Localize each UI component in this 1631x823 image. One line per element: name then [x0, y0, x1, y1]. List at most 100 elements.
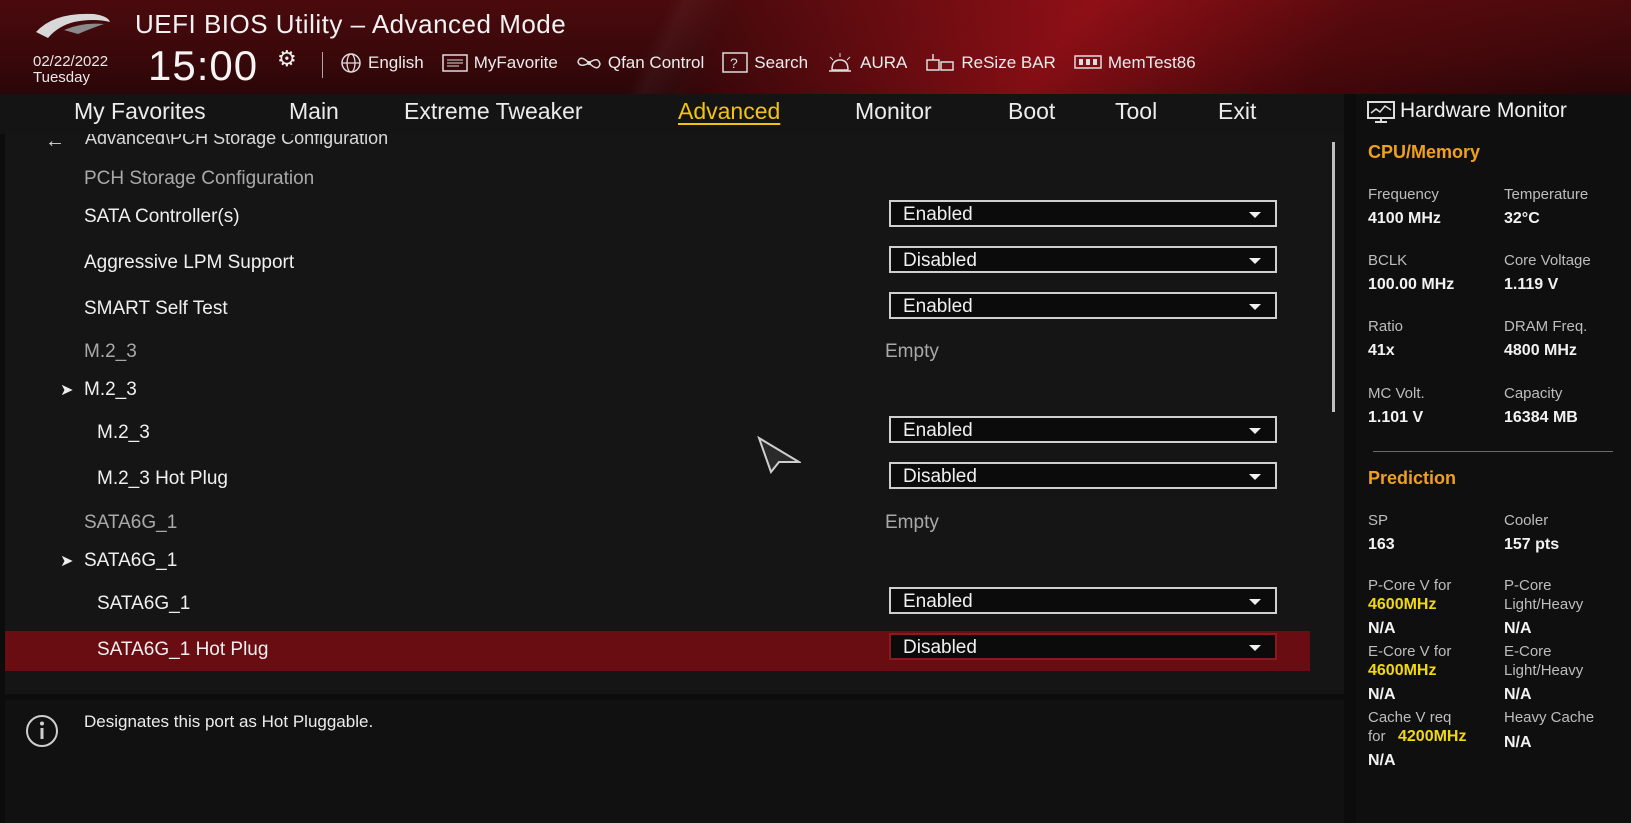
sata6g-1-dropdown[interactable]: Enabled — [889, 587, 1277, 614]
cache-v-value: N/A — [1368, 752, 1396, 769]
settings-row-sata-controllers[interactable]: SATA Controller(s) Enabled — [5, 198, 1310, 238]
cache-v-label-1: Cache V req — [1368, 709, 1452, 726]
resize-bar-label: ReSize BAR — [961, 53, 1056, 72]
pcore-v-label: P-Core V for — [1368, 577, 1452, 594]
myfavorite-label: MyFavorite — [473, 53, 558, 72]
heavy-cache-value: N/A — [1504, 734, 1532, 751]
sp-value: 163 — [1368, 536, 1395, 553]
bclk-value: 100.00 MHz — [1368, 276, 1455, 293]
scrollbar[interactable] — [1332, 142, 1335, 412]
search-button[interactable]: ? Search — [722, 52, 808, 74]
qfan-control-button[interactable]: Qfan Control — [576, 52, 704, 74]
hardware-monitor-panel: Hardware Monitor CPU/Memory Frequency 41… — [1356, 94, 1631, 823]
toolbar: English MyFavorite Qfan Control ? Search… — [340, 52, 1196, 74]
ecore-lh-label-2: Light/Heavy — [1504, 662, 1584, 679]
dropdown-value: Enabled — [903, 420, 973, 441]
settings-row-m2-3-enable[interactable]: M.2_3 Enabled — [5, 414, 1310, 454]
chevron-down-icon — [1249, 258, 1261, 264]
submenu-label: M.2_3 — [84, 379, 137, 400]
setting-label: M.2_3 — [97, 422, 150, 443]
tab-extreme-tweaker[interactable]: Extreme Tweaker — [404, 98, 583, 125]
settings-row-aggressive-lpm[interactable]: Aggressive LPM Support Disabled — [5, 244, 1310, 284]
date-display[interactable]: 02/22/2022 Tuesday — [33, 54, 108, 86]
setting-label: SATA6G_1 — [97, 593, 191, 614]
day-text: Tuesday — [33, 69, 90, 86]
dropdown-value: Disabled — [903, 637, 977, 658]
m2-3-hot-plug-dropdown[interactable]: Disabled — [889, 462, 1277, 489]
dropdown-value: Disabled — [903, 466, 977, 487]
myfavorite-button[interactable]: MyFavorite — [442, 52, 558, 74]
resize-bar-button[interactable]: ReSize BAR — [925, 52, 1056, 74]
port-status: Empty — [885, 341, 939, 362]
memory-icon — [1074, 55, 1102, 69]
settings-row-m2-3-status: M.2_3 Empty — [5, 333, 1310, 373]
settings-row-smart-self-test[interactable]: SMART Self Test Enabled — [5, 290, 1310, 330]
ecore-lh-label-1: E-Core — [1504, 643, 1552, 660]
help-panel: Designates this port as Hot Pluggable. — [5, 700, 1344, 823]
app-title: UEFI BIOS Utility – Advanced Mode — [135, 9, 567, 39]
hw-divider — [1373, 451, 1613, 452]
chevron-down-icon — [1249, 645, 1261, 651]
resize-bar-icon — [926, 54, 955, 71]
frequency-label: Frequency — [1368, 186, 1439, 203]
time-display[interactable]: 15:00 — [148, 42, 258, 90]
language-button[interactable]: English — [340, 52, 424, 74]
tab-tool[interactable]: Tool — [1115, 98, 1157, 125]
core-voltage-label: Core Voltage — [1504, 252, 1591, 269]
language-label: English — [368, 53, 424, 72]
chevron-down-icon — [1249, 304, 1261, 310]
qfan-control-label: Qfan Control — [607, 53, 705, 72]
mouse-cursor-icon — [757, 436, 801, 474]
info-icon — [26, 715, 58, 747]
gear-icon[interactable]: ⚙ — [277, 46, 297, 72]
tab-exit[interactable]: Exit — [1218, 98, 1256, 125]
sata6g-1-hot-plug-dropdown[interactable]: Disabled — [889, 633, 1277, 660]
settings-row-m2-3-submenu[interactable]: ➤ M.2_3 — [5, 371, 1310, 411]
expand-arrow-icon: ➤ — [60, 382, 74, 399]
search-help-icon: ? — [722, 52, 748, 73]
pcore-v-freq: 4600MHz — [1368, 596, 1437, 613]
tab-monitor[interactable]: Monitor — [855, 98, 932, 125]
settings-row-sata6g-1-status: SATA6G_1 Empty — [5, 504, 1310, 544]
tab-advanced[interactable]: Advanced — [678, 98, 780, 125]
dram-freq-label: DRAM Freq. — [1504, 318, 1588, 335]
expand-arrow-icon: ➤ — [60, 553, 74, 570]
sp-label: SP — [1368, 512, 1389, 529]
cpu-memory-title: CPU/Memory — [1368, 142, 1481, 162]
aggressive-lpm-dropdown[interactable]: Disabled — [889, 246, 1277, 273]
chevron-down-icon — [1249, 599, 1261, 605]
tab-boot[interactable]: Boot — [1008, 98, 1055, 125]
ratio-value: 41x — [1368, 342, 1395, 359]
smart-self-test-dropdown[interactable]: Enabled — [889, 292, 1277, 319]
cache-v-label-2: for — [1368, 728, 1386, 745]
settings-panel: ← Advanced\PCH Storage Configuration PCH… — [5, 134, 1344, 694]
help-text: Designates this port as Hot Pluggable. — [84, 712, 374, 731]
settings-row-sata6g-1-submenu[interactable]: ➤ SATA6G_1 — [5, 542, 1310, 582]
m2-3-dropdown[interactable]: Enabled — [889, 416, 1277, 443]
dropdown-value: Enabled — [903, 204, 973, 225]
fan-icon — [577, 57, 601, 69]
sata-controllers-dropdown[interactable]: Enabled — [889, 200, 1277, 227]
aura-button[interactable]: AURA — [826, 52, 907, 74]
capacity-label: Capacity — [1504, 385, 1563, 402]
mc-volt-value: 1.101 V — [1368, 409, 1424, 426]
globe-icon — [341, 53, 361, 73]
tab-main[interactable]: Main — [289, 98, 339, 125]
memtest86-button[interactable]: MemTest86 — [1074, 52, 1196, 74]
aura-label: AURA — [860, 53, 908, 72]
ratio-label: Ratio — [1368, 318, 1404, 335]
back-arrow-icon[interactable]: ← — [45, 134, 65, 153]
setting-label: SATA6G_1 Hot Plug — [97, 639, 269, 660]
setting-label: M.2_3 Hot Plug — [97, 468, 228, 489]
settings-row-sata6g-1-hot-plug[interactable]: SATA6G_1 Hot Plug Disabled — [5, 631, 1310, 671]
pcore-lh-label-1: P-Core — [1504, 577, 1552, 594]
dropdown-value: Enabled — [903, 591, 973, 612]
prediction-title: Prediction — [1368, 468, 1457, 488]
settings-row-m2-3-hot-plug[interactable]: M.2_3 Hot Plug Disabled — [5, 460, 1310, 500]
pcore-lh-value: N/A — [1504, 620, 1532, 637]
mc-volt-label: MC Volt. — [1368, 385, 1425, 402]
chevron-down-icon — [1249, 474, 1261, 480]
settings-row-sata6g-1-enable[interactable]: SATA6G_1 Enabled — [5, 585, 1310, 625]
tab-my-favorites[interactable]: My Favorites — [74, 98, 206, 125]
dropdown-value: Enabled — [903, 296, 973, 317]
